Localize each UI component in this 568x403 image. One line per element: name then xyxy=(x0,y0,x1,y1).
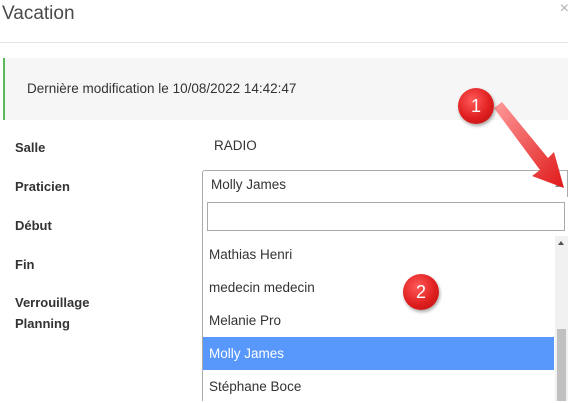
praticien-selected-value: Molly James xyxy=(211,177,287,192)
dropdown-scrollbar[interactable] xyxy=(555,236,568,401)
salle-value: RADIO xyxy=(214,138,257,153)
last-modified-text: Dernière modification le 10/08/2022 14:4… xyxy=(27,81,297,96)
dropdown-option[interactable]: Melanie Pro xyxy=(203,304,554,337)
dropdown-option[interactable]: Mathias Henri xyxy=(203,238,554,271)
modal-title: Vacation xyxy=(2,3,75,24)
dropdown-option[interactable]: medecin medecin xyxy=(203,271,554,304)
debut-label: Début xyxy=(15,218,52,233)
annotation-arrow-icon xyxy=(494,102,564,188)
salle-label: Salle xyxy=(15,140,46,155)
annotation-badge-1: 1 xyxy=(458,88,494,124)
header-divider xyxy=(0,42,568,43)
scrollbar-thumb[interactable] xyxy=(557,329,566,401)
close-icon[interactable]: × xyxy=(560,0,568,18)
praticien-dropdown: Mathias Henri medecin medecin Melanie Pr… xyxy=(202,197,568,401)
verrouillage-label: Verrouillage xyxy=(15,295,90,310)
annotation-badge-2: 2 xyxy=(403,274,439,310)
dropdown-search-input[interactable] xyxy=(207,202,565,231)
dropdown-option-selected[interactable]: Molly James xyxy=(203,337,554,370)
fin-label: Fin xyxy=(15,257,35,272)
scroll-up-icon[interactable] xyxy=(558,241,564,245)
planning-label: Planning xyxy=(15,316,70,331)
dropdown-option[interactable]: Stéphane Boce xyxy=(203,370,554,403)
praticien-label: Praticien xyxy=(15,179,70,194)
